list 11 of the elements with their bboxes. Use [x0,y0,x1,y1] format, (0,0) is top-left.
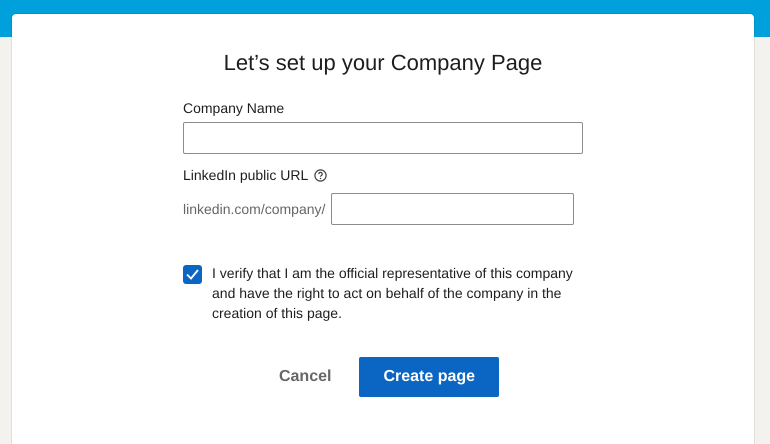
field-label: Company Name [183,100,286,116]
url-field[interactable] [331,193,574,225]
field-label: LinkedIn public URL [183,167,308,183]
url-prefix: linkedin.com/company/ [183,201,326,217]
page-title: Let’s set up your Company Page [224,50,542,76]
company-name-field[interactable] [183,122,583,154]
cancel-button[interactable]: Cancel [266,357,344,397]
checkbox[interactable] [183,265,202,284]
verify-text: I verify that I am the official representative of this company and have the right to act on behalf of the company in the creation of this page. [212,264,574,323]
help-icon[interactable] [314,168,328,182]
create-page-button[interactable]: Create page [359,357,500,397]
